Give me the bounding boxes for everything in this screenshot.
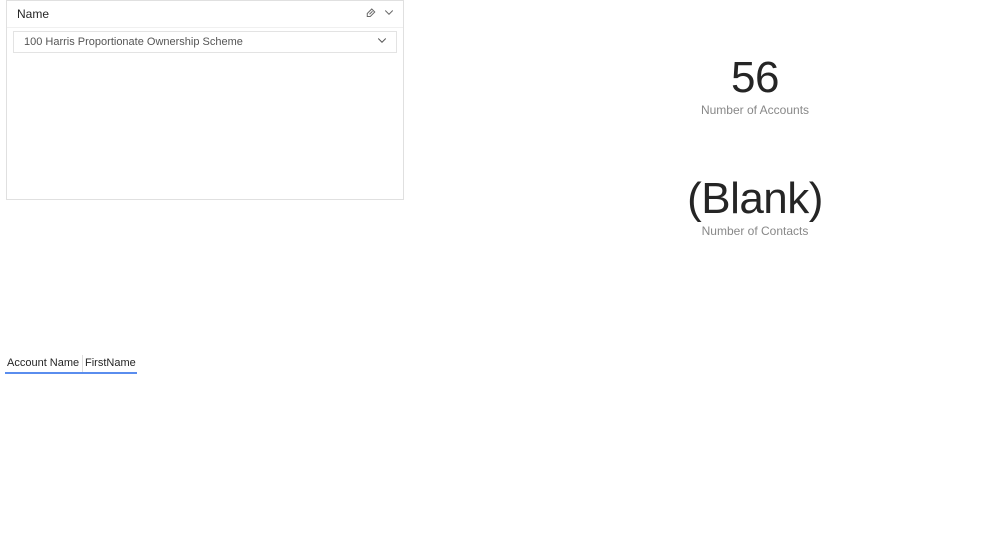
kpi-contacts-value: (Blank) (605, 176, 905, 222)
slicer-title: Name (17, 7, 365, 21)
table-column-accountname[interactable]: Account Name (5, 355, 83, 372)
kpi-card-accounts: 56 Number of Accounts (605, 55, 905, 117)
data-table: Account Name FirstName (5, 355, 137, 374)
chevron-down-icon[interactable] (383, 5, 395, 23)
chevron-down-icon (376, 33, 388, 51)
table-header-row: Account Name FirstName (5, 355, 137, 374)
kpi-card-contacts: (Blank) Number of Contacts (605, 176, 905, 238)
slicer-selected-value: 100 Harris Proportionate Ownership Schem… (24, 36, 376, 48)
eraser-icon[interactable] (365, 5, 377, 23)
slicer-header: Name (7, 1, 403, 28)
slicer-header-icons (365, 5, 395, 23)
slicer-panel: Name 100 Harris Proportionate Ownership … (6, 0, 404, 200)
kpi-accounts-value: 56 (605, 55, 905, 101)
slicer-dropdown[interactable]: 100 Harris Proportionate Ownership Schem… (13, 31, 397, 53)
kpi-contacts-label: Number of Contacts (605, 224, 905, 238)
kpi-accounts-label: Number of Accounts (605, 103, 905, 117)
table-column-firstname[interactable]: FirstName (83, 355, 137, 372)
